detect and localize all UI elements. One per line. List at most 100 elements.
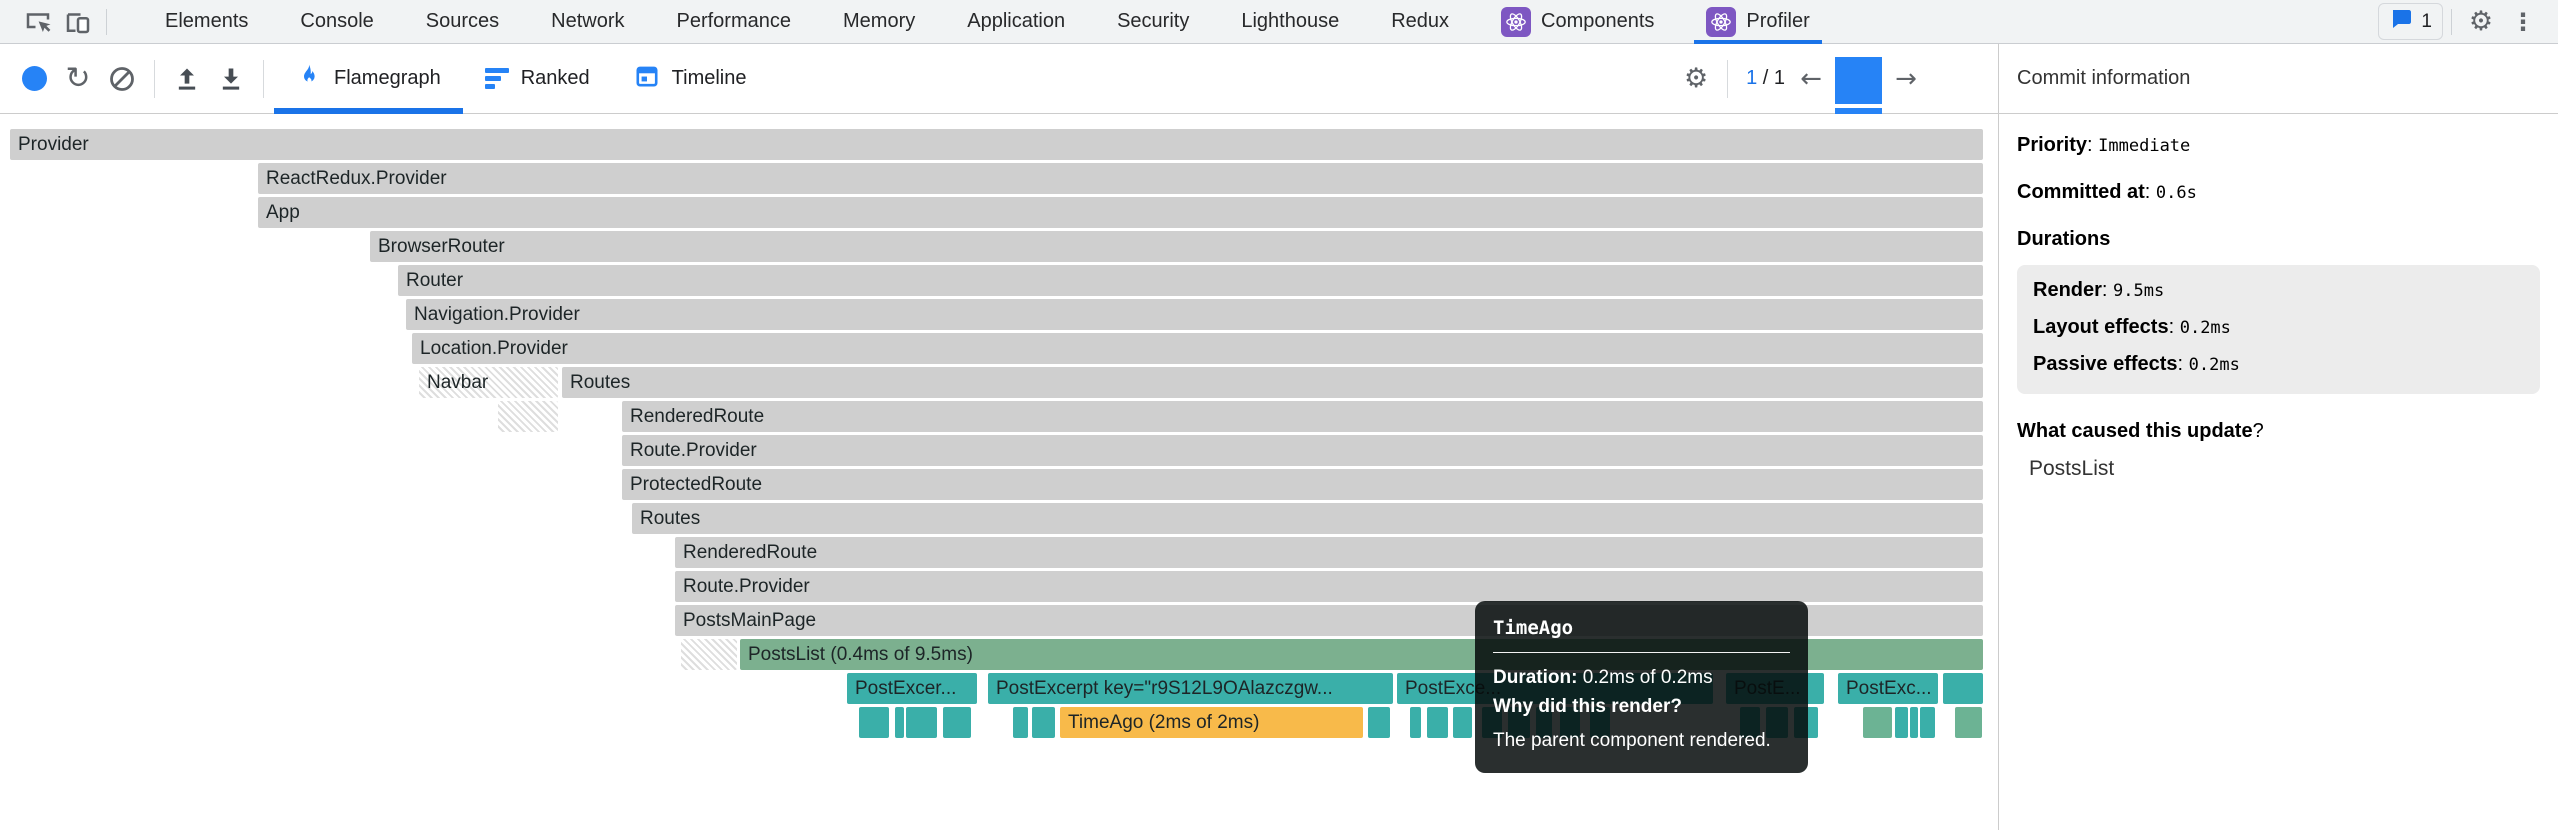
commit-separator: /	[1757, 67, 1774, 89]
flame-bar[interactable]: Route.Provider	[622, 435, 1983, 466]
issue-bubble-icon	[2389, 7, 2413, 36]
flame-bar[interactable]: RenderedRoute	[622, 401, 1983, 432]
tab-label: Sources	[426, 10, 499, 33]
flame-bar[interactable]: TimeAgo (2ms of 2ms)	[1060, 707, 1363, 738]
view-tab-label: Timeline	[672, 67, 747, 90]
duration-row: Passive effects: 0.2ms	[2033, 353, 2524, 376]
devtools-window: ElementsConsole Sources Network Performance…	[0, 0, 2558, 830]
flame-bar[interactable]: PostExcer...	[847, 673, 977, 704]
flame-bar[interactable]	[1895, 707, 1908, 738]
commit-selector-bar[interactable]	[1835, 44, 1882, 114]
flame-icon	[296, 62, 322, 96]
flame-bar[interactable]: Routes	[562, 367, 1983, 398]
profiler-toolbar: ↻ FlamegraphRankedTimeline ⚙ 1 / 1 ←	[0, 44, 1998, 114]
tab-label: Network	[551, 10, 624, 33]
reload-and-profile-icon[interactable]: ↻	[58, 59, 98, 99]
durations-box: Render: 9.5msLayout effects: 0.2msPassiv…	[2017, 265, 2540, 394]
duration-label: Layout effects	[2033, 316, 2169, 338]
flame-bar[interactable]: Provider	[10, 129, 1983, 160]
flame-bar[interactable]	[498, 401, 558, 432]
flame-bar[interactable]	[943, 707, 971, 738]
issues-count: 1	[2421, 11, 2432, 33]
device-toolbar-icon[interactable]	[58, 4, 98, 40]
tab-sources[interactable]: Sources	[400, 0, 525, 44]
flame-bar[interactable]: App	[258, 197, 1983, 228]
tab-redux[interactable]: Redux	[1365, 0, 1475, 44]
tab-profiler[interactable]: Profiler	[1680, 0, 1835, 44]
flame-bar[interactable]: Location.Provider	[412, 333, 1983, 364]
record-dot-icon	[22, 66, 47, 91]
ranked-icon	[485, 68, 509, 89]
previous-commit-arrow-icon[interactable]: ←	[1793, 64, 1829, 94]
clear-profiling-data-icon[interactable]	[102, 59, 142, 99]
durations-heading: Durations	[2017, 228, 2542, 251]
tab-console[interactable]: Console	[274, 0, 399, 44]
flame-bar[interactable]	[859, 707, 889, 738]
tooltip-why-text: The parent component rendered.	[1493, 730, 1790, 752]
commit-information-panel: Priority: Immediate Committed at: 0.6s D…	[1998, 114, 2558, 830]
flame-bar[interactable]: Router	[398, 265, 1983, 296]
tab-security[interactable]: Security	[1091, 0, 1215, 44]
tab-network[interactable]: Network	[525, 0, 650, 44]
flame-bar[interactable]	[1863, 707, 1892, 738]
duration-label: Passive effects	[2033, 353, 2178, 375]
flame-bar[interactable]	[1368, 707, 1390, 738]
flame-bar[interactable]	[895, 707, 904, 738]
priority-label: Priority	[2017, 134, 2087, 156]
tab-performance[interactable]: Performance	[651, 0, 818, 44]
flame-bar[interactable]	[1955, 707, 1982, 738]
devtools-tab-bar: ElementsConsole Sources Network Performance…	[0, 0, 2558, 44]
cause-heading: What caused this update?	[2017, 420, 2542, 443]
download-profile-icon[interactable]	[211, 59, 251, 99]
tab-lighthouse[interactable]: Lighthouse	[1215, 0, 1365, 44]
tooltip-why-label: Why did this render?	[1493, 696, 1682, 717]
flame-bar[interactable]: ProtectedRoute	[622, 469, 1983, 500]
tab-bar-left-controls	[18, 4, 115, 40]
flame-bar[interactable]: Navigation.Provider	[406, 299, 1983, 330]
flame-bar[interactable]	[1427, 707, 1448, 738]
view-tab-flamegraph[interactable]: Flamegraph	[274, 44, 463, 114]
flame-bar[interactable]	[1410, 707, 1421, 738]
flame-bar-tooltip: TimeAgo Duration: 0.2ms of 0.2ms Why did…	[1475, 601, 1808, 773]
next-commit-arrow-icon[interactable]: →	[1888, 64, 1924, 94]
flame-bar[interactable]: Routes	[632, 503, 1983, 534]
view-tab-timeline[interactable]: Timeline	[612, 44, 769, 114]
flame-bar[interactable]: PostExc...	[1838, 673, 1938, 704]
flame-bar[interactable]: PostExcerpt key="r9S12L9OAlazczgw...	[988, 673, 1393, 704]
flame-bar[interactable]	[1032, 707, 1055, 738]
flame-bar[interactable]: ReactRedux.Provider	[258, 163, 1983, 194]
flame-bar[interactable]: Navbar	[419, 367, 558, 398]
tab-memory[interactable]: Memory	[817, 0, 941, 44]
flame-bar[interactable]	[1920, 707, 1935, 738]
selected-commit-bar	[1835, 57, 1882, 104]
view-tab-ranked[interactable]: Ranked	[463, 44, 612, 114]
tab-components[interactable]: Components	[1475, 0, 1680, 44]
cause-item-postslist[interactable]: PostsList	[2029, 457, 2542, 481]
react-devtools-icon	[1501, 7, 1531, 37]
record-button[interactable]	[14, 59, 54, 99]
flame-bar[interactable]	[1453, 707, 1472, 738]
tooltip-component-name: TimeAgo	[1493, 617, 1790, 639]
flame-bar[interactable]	[1013, 707, 1028, 738]
issues-counter-button[interactable]: 1	[2378, 3, 2443, 40]
tab-label: Redux	[1391, 10, 1449, 33]
flame-bar[interactable]: BrowserRouter	[370, 231, 1983, 262]
flame-bar[interactable]	[1910, 707, 1918, 738]
view-tab-label: Flamegraph	[334, 67, 441, 90]
more-options-icon[interactable]: ⋮	[2502, 3, 2544, 41]
cause-label: What caused this update	[2017, 420, 2253, 442]
tab-label: Security	[1117, 10, 1189, 33]
tab-application[interactable]: Application	[941, 0, 1091, 44]
flame-bar[interactable]	[1943, 673, 1983, 704]
profiler-settings-gear-icon[interactable]: ⚙	[1675, 60, 1717, 98]
inspect-element-icon[interactable]	[18, 4, 58, 40]
flame-bar[interactable]: Route.Provider	[675, 571, 1983, 602]
settings-gear-icon[interactable]: ⚙	[2460, 3, 2502, 41]
duration-label: Render	[2033, 279, 2102, 301]
upload-profile-icon[interactable]	[167, 59, 207, 99]
tab-elements[interactable]: Elements	[139, 0, 274, 44]
panel-tabs: ElementsConsole Sources Network Performance…	[139, 0, 1836, 44]
flame-bar[interactable]: RenderedRoute	[675, 537, 1983, 568]
flame-bar[interactable]	[681, 639, 737, 670]
flame-bar[interactable]	[906, 707, 937, 738]
